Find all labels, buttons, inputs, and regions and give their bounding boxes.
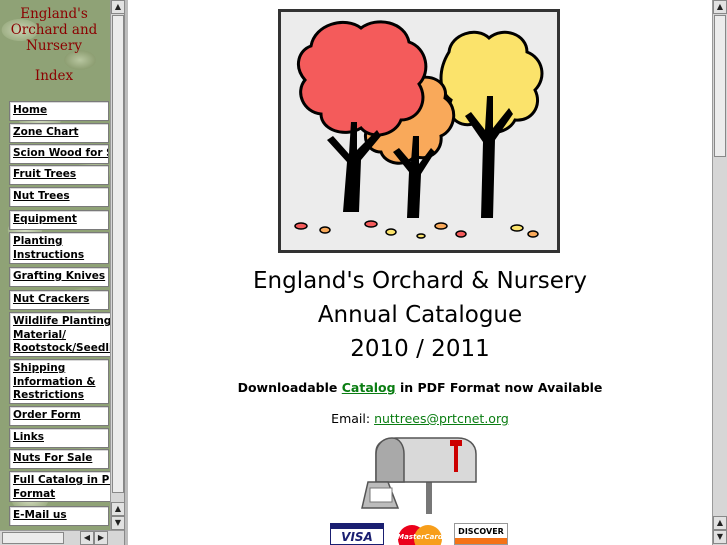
- nav-item-full-catalog[interactable]: Full Catalog in PDF Format: [9, 471, 110, 502]
- nav-item-order-form[interactable]: Order Form: [9, 406, 109, 426]
- nav-item-shipping-information[interactable]: Shipping Information & Restrictions: [9, 359, 109, 404]
- scroll-down-arrow-icon[interactable]: ▼: [713, 530, 727, 544]
- email-line: Email: nuttrees@prtcnet.org: [128, 411, 712, 426]
- visa-label: VISA: [341, 530, 373, 544]
- content-frame: England's Orchard & Nursery Annual Catal…: [128, 0, 712, 545]
- discover-label: DISCOVER: [458, 527, 504, 536]
- mastercard-label: MasterCard: [397, 533, 443, 541]
- download-notice: Downloadable Catalog in PDF Format now A…: [128, 380, 712, 395]
- catalog-link[interactable]: Catalog: [342, 380, 396, 395]
- download-suffix: in PDF Format now Available: [399, 380, 603, 395]
- catalogue-heading-line1: England's Orchard & Nursery: [252, 268, 587, 294]
- scroll-down-arrow-icon[interactable]: ▼: [111, 516, 125, 530]
- navigation-vertical-scrollbar[interactable]: ▲ ▲ ▼: [110, 0, 125, 530]
- nav-item-fruit-trees[interactable]: Fruit Trees: [9, 165, 109, 185]
- nav-item-nut-trees[interactable]: Nut Trees: [9, 187, 109, 207]
- site-title: England's Orchard and Nursery: [10, 6, 98, 54]
- nav-item-email-us[interactable]: E-Mail us: [9, 506, 109, 526]
- nav-item-grafting-knives[interactable]: Grafting Knives: [9, 267, 109, 287]
- download-prefix: Downloadable: [237, 380, 338, 395]
- scrollbar-thumb[interactable]: [2, 532, 64, 544]
- scrollbar-thumb[interactable]: [714, 15, 726, 157]
- scroll-up-arrow-icon[interactable]: ▲: [713, 0, 727, 14]
- scroll-up-arrow-icon[interactable]: ▲: [713, 516, 727, 530]
- scrollbar-thumb[interactable]: [112, 15, 124, 493]
- nav-item-wildlife-planting[interactable]: Wildlife Planting Material/ Rootstock/Se…: [9, 312, 110, 357]
- scroll-up-arrow-icon[interactable]: ▲: [111, 0, 125, 14]
- content-vertical-scrollbar[interactable]: ▲ ▲ ▼: [712, 0, 727, 545]
- nav-item-nut-crackers[interactable]: Nut Crackers: [9, 290, 109, 310]
- index-heading: Index: [34, 68, 74, 84]
- visa-card-logo: VISA: [330, 523, 384, 545]
- scroll-right-arrow-icon[interactable]: ▶: [94, 531, 108, 545]
- nav-item-zone-chart[interactable]: Zone Chart: [9, 123, 109, 143]
- navigation-frame: England's Orchard and Nursery Index Home…: [0, 0, 125, 545]
- scroll-up-arrow-icon[interactable]: ▲: [111, 502, 125, 516]
- mailbox-icon: [358, 436, 484, 514]
- discover-card-logo: DISCOVER: [454, 523, 508, 545]
- nav-item-links[interactable]: Links: [9, 428, 109, 448]
- nav-item-equipment[interactable]: Equipment: [9, 210, 109, 230]
- mastercard-logo: MasterCard: [392, 523, 448, 545]
- nav-item-planting-instructions[interactable]: Planting Instructions: [9, 232, 109, 264]
- navigation-horizontal-scrollbar[interactable]: ◀ ▶: [0, 530, 124, 545]
- navigation-content: England's Orchard and Nursery Index Home…: [0, 0, 110, 530]
- nav-item-nuts-for-sale[interactable]: Nuts For Sale: [9, 449, 109, 469]
- autumn-trees-logo-image: [278, 9, 560, 253]
- email-label: Email:: [331, 411, 371, 426]
- email-link[interactable]: nuttrees@prtcnet.org: [374, 411, 509, 426]
- scroll-left-arrow-icon[interactable]: ◀: [80, 531, 94, 545]
- catalogue-heading-line3: 2010 / 2011: [350, 336, 490, 362]
- nav-item-home[interactable]: Home: [9, 101, 109, 121]
- nav-item-scion-wood[interactable]: Scion Wood for Sale: [9, 144, 109, 164]
- catalogue-heading-line2: Annual Catalogue: [317, 302, 523, 328]
